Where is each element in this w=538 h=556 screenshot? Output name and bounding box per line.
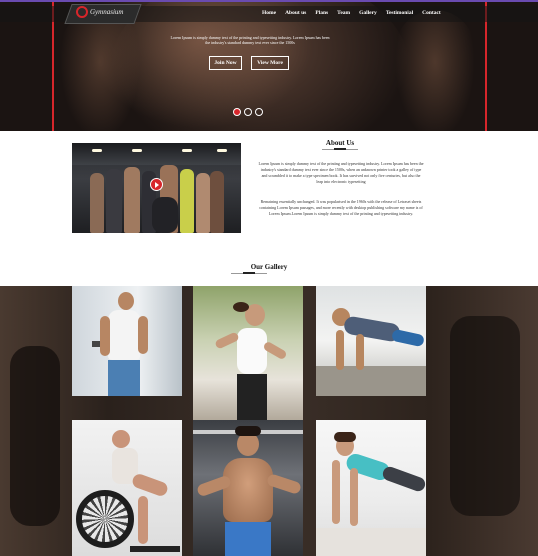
nav-home[interactable]: Home bbox=[262, 10, 276, 16]
nav-about[interactable]: About us bbox=[285, 10, 306, 16]
nav-plans[interactable]: Plans bbox=[315, 10, 328, 16]
play-video-button[interactable] bbox=[150, 178, 163, 191]
gallery-title: Our Gallery bbox=[250, 263, 288, 271]
hero-buttons: Join Now View More bbox=[209, 56, 289, 70]
nav-team[interactable]: Team bbox=[337, 10, 350, 16]
slider-dot-3[interactable] bbox=[255, 108, 263, 116]
slider-dot-1[interactable] bbox=[233, 108, 241, 116]
about-paragraph-1: Lorem Ipsum is simply dummy text of the … bbox=[258, 161, 424, 184]
gallery-image-woman-air-bike[interactable] bbox=[72, 420, 182, 556]
nav-testimonial[interactable]: Testimonial bbox=[386, 10, 413, 16]
slider-dot-2[interactable] bbox=[244, 108, 252, 116]
about-title: About Us bbox=[325, 139, 355, 147]
hero-arm-left bbox=[60, 10, 140, 131]
logo-mark-icon bbox=[76, 6, 88, 18]
top-accent-bar bbox=[0, 0, 538, 2]
gallery-image-man-pushup[interactable] bbox=[316, 286, 426, 396]
play-icon bbox=[155, 181, 159, 188]
nav-gallery[interactable]: Gallery bbox=[359, 10, 377, 16]
hero-arm-right bbox=[395, 10, 475, 131]
gallery-title-underline bbox=[231, 272, 267, 274]
main-nav: Home About us Plans Team Gallery Testimo… bbox=[262, 10, 441, 16]
logo-text: Gymnasium bbox=[90, 8, 124, 16]
nav-contact[interactable]: Contact bbox=[422, 10, 441, 16]
hero-text: Lorem Ipsum is simply dummy text of the … bbox=[170, 35, 330, 45]
gallery-image-man-shirtless[interactable] bbox=[193, 420, 303, 556]
gallery-image-woman-running[interactable] bbox=[193, 286, 303, 420]
about-paragraph-2: Remaining essentially unchanged. It was … bbox=[259, 199, 423, 216]
view-more-button[interactable]: View More bbox=[251, 56, 289, 70]
about-title-underline bbox=[322, 148, 358, 150]
logo[interactable]: Gymnasium bbox=[76, 6, 123, 18]
join-now-button[interactable]: Join Now bbox=[209, 56, 242, 70]
gallery-image-woman-plank[interactable] bbox=[316, 420, 426, 556]
slider-dots bbox=[233, 108, 263, 116]
gallery-image-man-phone[interactable] bbox=[72, 286, 182, 396]
